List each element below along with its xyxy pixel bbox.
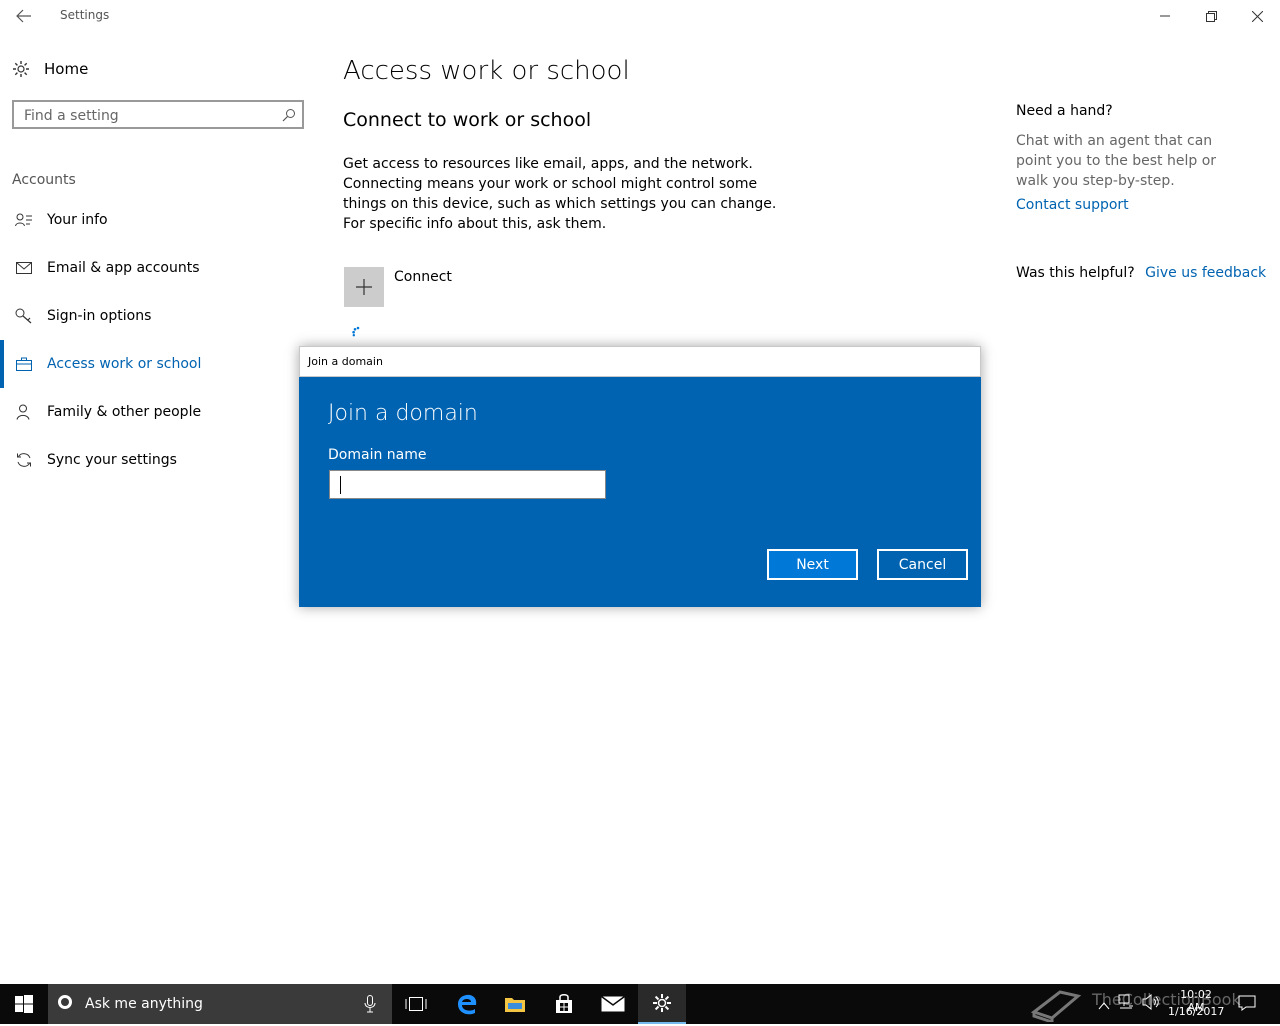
restore-icon bbox=[1205, 10, 1217, 22]
edge-icon bbox=[458, 994, 477, 1015]
help-heading: Need a hand? bbox=[1016, 103, 1113, 119]
clock-date[interactable]: 1/16/2017 bbox=[1168, 1005, 1224, 1018]
dialog-body: Join a domain Domain name Next Cancel bbox=[299, 377, 981, 607]
task-view-button[interactable] bbox=[392, 984, 440, 1024]
edge-browser-button[interactable] bbox=[443, 984, 491, 1024]
sidebar-item-label: Your info bbox=[47, 212, 108, 228]
dialog-window-title: Join a domain bbox=[308, 355, 383, 368]
give-feedback-link[interactable]: Give us feedback bbox=[1145, 265, 1266, 281]
sync-icon bbox=[0, 452, 47, 468]
person-add-icon bbox=[0, 404, 47, 420]
join-domain-dialog: Join a domain Join a domain Domain name … bbox=[299, 346, 981, 607]
sidebar-item-label: Access work or school bbox=[47, 356, 202, 372]
cortana-search-text: Ask me anything bbox=[85, 996, 203, 1012]
loading-spinner-icon bbox=[350, 325, 366, 345]
sidebar-item-sign-in-options[interactable]: Sign-in options bbox=[0, 292, 320, 340]
home-label: Home bbox=[44, 60, 89, 78]
next-button[interactable]: Next bbox=[767, 549, 858, 580]
contact-support-link[interactable]: Contact support bbox=[1016, 197, 1129, 213]
microphone-icon[interactable] bbox=[364, 995, 376, 1017]
volume-icon[interactable] bbox=[1142, 993, 1160, 1014]
briefcase-icon bbox=[0, 357, 47, 371]
title-bar: Settings bbox=[0, 0, 1280, 32]
dialog-heading: Join a domain bbox=[328, 401, 478, 426]
connect-label[interactable]: Connect bbox=[394, 269, 452, 285]
search-input[interactable] bbox=[22, 107, 276, 125]
contact-icon bbox=[0, 213, 47, 227]
restore-button[interactable] bbox=[1188, 0, 1234, 32]
connect-button[interactable] bbox=[344, 267, 384, 307]
text-caret bbox=[340, 476, 341, 494]
minimize-button[interactable] bbox=[1142, 0, 1188, 32]
dialog-title-bar: Join a domain bbox=[299, 346, 981, 377]
close-button[interactable] bbox=[1234, 0, 1280, 32]
sidebar-item-label: Family & other people bbox=[47, 404, 202, 420]
mail-icon bbox=[0, 262, 47, 274]
section-subtitle: Connect to work or school bbox=[343, 109, 592, 131]
back-button[interactable] bbox=[0, 0, 48, 32]
sidebar-item-label: Sync your settings bbox=[47, 452, 177, 468]
domain-name-label: Domain name bbox=[328, 447, 427, 463]
plus-icon bbox=[356, 279, 372, 295]
store-bag-icon bbox=[556, 994, 572, 1013]
settings-app-button[interactable] bbox=[638, 984, 686, 1024]
domain-name-field[interactable] bbox=[329, 470, 606, 499]
help-text: Chat with an agent that can point you to… bbox=[1016, 133, 1217, 189]
sidebar-item-email-app-accounts[interactable]: Email & app accounts bbox=[0, 244, 320, 292]
file-explorer-button[interactable] bbox=[491, 984, 539, 1024]
sidebar-home[interactable]: Home bbox=[12, 56, 88, 82]
settings-gear-icon bbox=[653, 994, 671, 1012]
sidebar-item-label: Sign-in options bbox=[47, 308, 152, 324]
taskbar: Ask me anything TheCollectionBook 10:02 … bbox=[0, 984, 1280, 1026]
action-center-icon[interactable] bbox=[1238, 995, 1256, 1015]
folder-icon bbox=[505, 998, 525, 1012]
mail-app-button[interactable] bbox=[589, 984, 637, 1024]
gear-icon bbox=[13, 61, 29, 77]
sidebar-item-your-info[interactable]: Your info bbox=[0, 196, 320, 244]
feedback-row: Was this helpful? Give us feedback bbox=[1016, 265, 1266, 281]
cortana-icon bbox=[58, 995, 72, 1009]
app-title: Settings bbox=[60, 8, 110, 22]
close-icon bbox=[1251, 10, 1263, 22]
minimize-icon bbox=[1160, 15, 1170, 17]
back-arrow-icon bbox=[16, 9, 31, 23]
task-view-icon bbox=[405, 997, 427, 1011]
book-logo-icon bbox=[1030, 986, 1082, 1026]
key-icon bbox=[0, 308, 47, 324]
search-box[interactable] bbox=[12, 100, 304, 129]
cancel-button[interactable]: Cancel bbox=[877, 549, 968, 580]
page-title: Access work or school bbox=[343, 56, 630, 86]
domain-name-input[interactable] bbox=[336, 475, 600, 493]
sidebar-item-access-work-or-school[interactable]: Access work or school bbox=[0, 340, 320, 388]
cortana-search-box[interactable]: Ask me anything bbox=[48, 984, 392, 1024]
windows-logo-icon bbox=[15, 995, 33, 1013]
start-button[interactable] bbox=[0, 984, 48, 1024]
sidebar-item-label: Email & app accounts bbox=[47, 260, 200, 276]
helpful-question: Was this helpful? bbox=[1016, 265, 1135, 281]
sidebar-item-sync-your-settings[interactable]: Sync your settings bbox=[0, 436, 320, 484]
network-icon[interactable] bbox=[1118, 994, 1134, 1014]
store-button[interactable] bbox=[540, 984, 588, 1024]
show-hidden-icons-chevron-icon[interactable] bbox=[1098, 995, 1110, 1014]
search-icon[interactable] bbox=[282, 107, 296, 126]
sidebar-item-family-other-people[interactable]: Family & other people bbox=[0, 388, 320, 436]
accounts-section-label: Accounts bbox=[12, 172, 76, 188]
description-text: Get access to resources like email, apps… bbox=[343, 156, 777, 232]
mail-app-icon bbox=[601, 996, 625, 1012]
